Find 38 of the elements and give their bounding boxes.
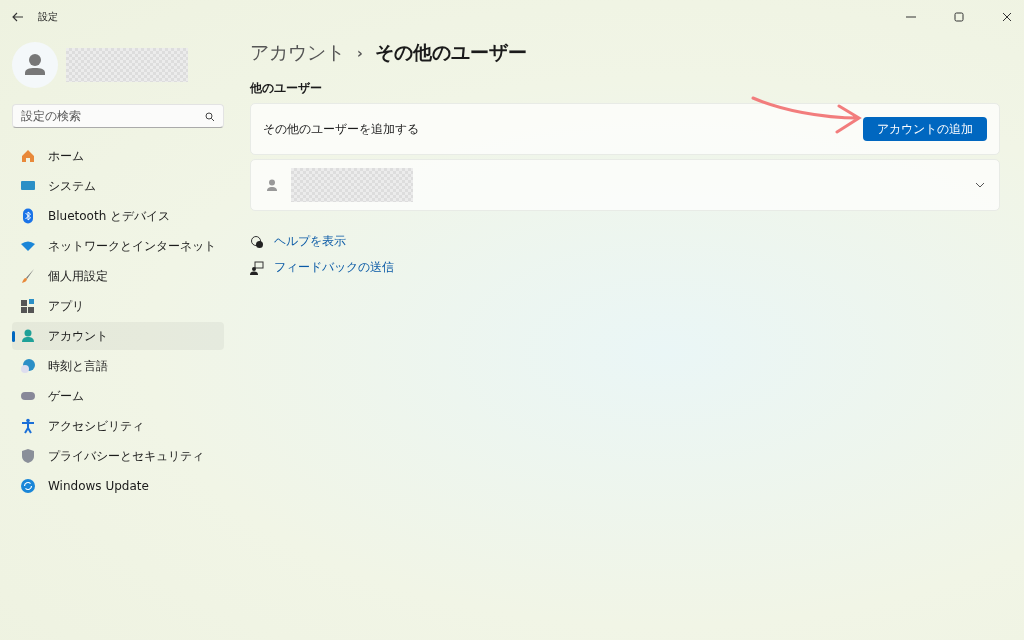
shield-icon [20,448,36,464]
bluetooth-icon [20,208,36,224]
link[interactable]: フィードバックの送信 [274,259,394,276]
person-icon [267,179,277,191]
sidebar-item[interactable]: Windows Update [12,472,224,500]
home-icon [20,148,36,164]
sidebar-item[interactable]: ネットワークとインターネット [12,232,224,260]
sync-icon [20,478,36,494]
add-user-label: その他のユーザーを追加する [263,120,419,138]
chevron-down-icon[interactable] [975,182,985,188]
breadcrumb-parent[interactable]: アカウント [250,40,345,66]
sidebar-item[interactable]: Bluetooth とデバイス [12,202,224,230]
back-arrow-icon[interactable] [12,12,24,22]
window-title: 設定 [38,10,58,24]
search-field[interactable]: 設定の検索 [12,104,224,128]
sidebar-item[interactable]: アカウント [12,322,224,350]
page-title: その他のユーザー [374,40,527,65]
sidebar-item[interactable]: プライバシーとセキュリティ [12,442,224,470]
sidebar-item[interactable]: アクセシビリティ [12,412,224,440]
avatar-icon [12,42,58,88]
breadcrumb-separator: › [357,45,363,61]
link[interactable]: ヘルプを表示 [274,233,346,250]
close-icon[interactable] [1002,12,1012,22]
sidebar-item[interactable]: システム [12,172,224,200]
section-title: 他のユーザー [250,80,323,97]
apps-icon [20,298,36,314]
search-icon [205,112,215,122]
maximize-icon[interactable] [954,12,964,22]
feedback-icon [250,260,264,275]
help-bubble-icon [250,234,264,249]
sidebar-item[interactable]: アプリ [12,292,224,320]
sidebar-item[interactable]: ホーム [12,142,224,170]
accessibility-icon [20,418,36,434]
sidebar-item[interactable]: ゲーム [12,382,224,410]
person-icon [20,328,36,344]
sidebar-item[interactable]: 時刻と言語 [12,352,224,380]
sidebar-item[interactable]: 個人用設定 [12,262,224,290]
add-account-button[interactable]: アカウントの追加 [863,117,987,141]
